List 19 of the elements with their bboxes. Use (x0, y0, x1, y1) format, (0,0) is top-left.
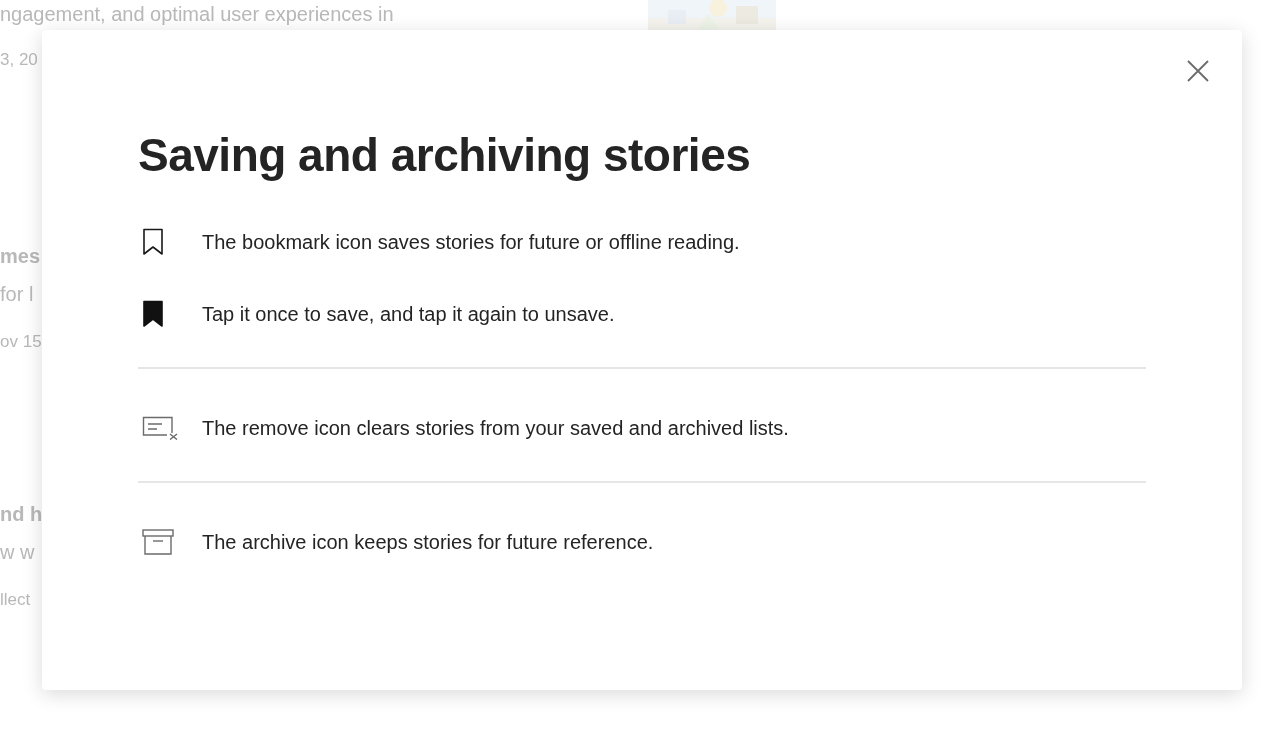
bookmark-icon (142, 228, 164, 256)
story-subtitle: ngagement, and optimal user experiences in (0, 2, 394, 27)
story-title: mes (0, 244, 41, 269)
story-title: nd h (0, 502, 43, 527)
close-icon (1186, 59, 1210, 83)
story-meta: llect (0, 589, 31, 611)
dialog-title: Saving and archiving stories (138, 128, 752, 183)
story-meta: 3, 20 (0, 49, 38, 71)
instruction-text: The remove icon clears stories from your saved and archived lists. (202, 416, 789, 441)
filled-bookmark-icon (142, 300, 164, 328)
instruction-text: The archive icon keeps stories for future reference. (202, 530, 654, 555)
remove-icon (142, 416, 178, 440)
story-subtitle: for l (0, 282, 34, 307)
story-meta: ov 15 (0, 331, 42, 353)
instruction-text: Tap it once to save, and tap it again to unsave. (202, 302, 615, 327)
story-subtitle: w w (0, 540, 35, 565)
close-button[interactable] (1186, 59, 1210, 83)
archive-icon (142, 529, 174, 555)
instruction-text: The bookmark icon saves stories for future or offline reading. (202, 230, 740, 255)
